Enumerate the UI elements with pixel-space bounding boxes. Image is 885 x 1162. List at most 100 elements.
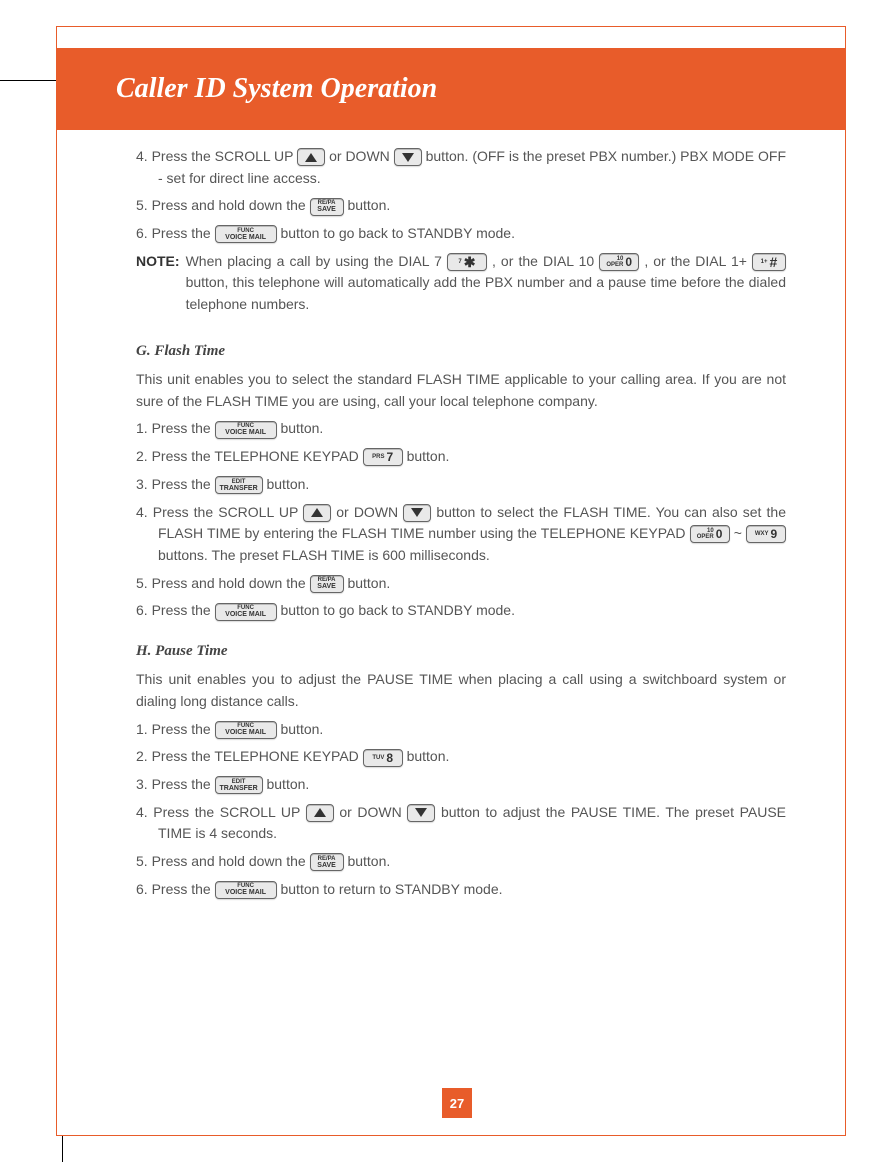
g-step-1: 1. Press the FUNC VOICE MAIL button.: [136, 418, 786, 440]
section-h-intro: This unit enables you to adjust the PAUS…: [136, 669, 786, 712]
func-voicemail-key: FUNC VOICE MAIL: [215, 881, 277, 899]
text: 3. Press the: [136, 776, 215, 792]
content: 4. Press the SCROLL UP or DOWN button. (…: [136, 146, 786, 906]
repa-save-key: RE/PA SAVE: [310, 198, 344, 216]
section-h-heading: H. Pause Time: [136, 640, 786, 663]
pbx-step-6: 6. Press the FUNC VOICE MAIL button to g…: [136, 223, 786, 245]
dial-1plus-hash-key: 1+#: [752, 253, 786, 271]
section-g-heading: G. Flash Time: [136, 340, 786, 363]
star-icon: ✱: [464, 255, 476, 269]
text: 2. Press the TELEPHONE KEYPAD: [136, 448, 363, 464]
text: or DOWN: [329, 148, 394, 164]
text: button.: [266, 776, 309, 792]
key-label-bot: SAVE: [317, 206, 336, 213]
key-label-bot: VOICE MAIL: [225, 611, 266, 618]
text: 6. Press the: [136, 225, 215, 241]
func-voicemail-key: FUNC VOICE MAIL: [215, 421, 277, 439]
text: button.: [266, 476, 309, 492]
text: button.: [280, 420, 323, 436]
dial-7-star-key: 7✱: [447, 253, 487, 271]
text: or DOWN: [339, 804, 407, 820]
note: NOTE: When placing a call by using the D…: [136, 251, 786, 322]
g-step-4: 4. Press the SCROLL UP or DOWN button to…: [136, 502, 786, 567]
scroll-down-icon: [403, 504, 431, 522]
text: button.: [347, 853, 390, 869]
func-voicemail-key: FUNC VOICE MAIL: [215, 721, 277, 739]
dial-10-oper-0-key: 10 OPER 0: [599, 253, 639, 271]
h-step-5: 5. Press and hold down the RE/PA SAVE bu…: [136, 851, 786, 873]
key-big: 0: [716, 528, 723, 540]
text: 4. Press the SCROLL UP: [136, 804, 306, 820]
text: 3. Press the: [136, 476, 215, 492]
note-body: When placing a call by using the DIAL 7 …: [186, 251, 786, 322]
repa-save-key: RE/PA SAVE: [310, 853, 344, 871]
pbx-step-5: 5. Press and hold down the RE/PA SAVE bu…: [136, 195, 786, 217]
section-g-intro: This unit enables you to select the stan…: [136, 369, 786, 412]
key-label-bot: VOICE MAIL: [225, 889, 266, 896]
text: or DOWN: [336, 504, 403, 520]
key-tiny: WXY: [755, 531, 769, 537]
func-voicemail-key: FUNC VOICE MAIL: [215, 225, 277, 243]
text: 6. Press the: [136, 881, 215, 897]
scroll-up-icon: [303, 504, 331, 522]
text: 5. Press and hold down the: [136, 197, 310, 213]
text: button.: [347, 197, 390, 213]
key-big: 7: [387, 451, 394, 463]
h-steps: 1. Press the FUNC VOICE MAIL button. 2. …: [136, 719, 786, 901]
scroll-down-icon: [394, 148, 422, 166]
text: , or the DIAL 10: [492, 253, 599, 269]
text: 6. Press the: [136, 602, 215, 618]
h-step-1: 1. Press the FUNC VOICE MAIL button.: [136, 719, 786, 741]
text: button, this telephone will automaticall…: [186, 274, 786, 312]
h-step-2: 2. Press the TELEPHONE KEYPAD TUV8 butto…: [136, 746, 786, 768]
key-tiny: OPER: [697, 534, 714, 540]
key-label-bot: SAVE: [317, 583, 336, 590]
hash-icon: #: [769, 255, 777, 269]
text: 5. Press and hold down the: [136, 575, 310, 591]
h-step-3: 3. Press the EDIT TRANSFER button.: [136, 774, 786, 796]
h-step-4: 4. Press the SCROLL UP or DOWN button to…: [136, 802, 786, 845]
pbx-step-4: 4. Press the SCROLL UP or DOWN button. (…: [136, 146, 786, 189]
scroll-up-icon: [306, 804, 334, 822]
text: button to go back to STANDBY mode.: [280, 225, 515, 241]
text: button.: [407, 448, 450, 464]
g-step-2: 2. Press the TELEPHONE KEYPAD PRS7 butto…: [136, 446, 786, 468]
g-steps: 1. Press the FUNC VOICE MAIL button. 2. …: [136, 418, 786, 622]
key-tiny: 7: [458, 259, 461, 265]
key-big: 8: [386, 752, 393, 764]
pbx-steps: 4. Press the SCROLL UP or DOWN button. (…: [136, 146, 786, 245]
keypad-7-key: PRS7: [363, 448, 403, 466]
key-tiny: OPER: [606, 262, 623, 268]
text: button to return to STANDBY mode.: [280, 881, 502, 897]
key-label-bot: VOICE MAIL: [225, 729, 266, 736]
crop-mark-vertical: [62, 1136, 63, 1162]
page: Caller ID System Operation 4. Press the …: [0, 0, 885, 1162]
key-label-bot: SAVE: [317, 862, 336, 869]
key-tiny: 1+: [761, 259, 768, 265]
text: button.: [280, 721, 323, 737]
g-step-3: 3. Press the EDIT TRANSFER button.: [136, 474, 786, 496]
text: buttons. The preset FLASH TIME is 600 mi…: [158, 547, 490, 563]
text: 1. Press the: [136, 420, 215, 436]
key-tiny: TUV: [372, 755, 384, 761]
keypad-8-key: TUV8: [363, 749, 403, 767]
scroll-up-icon: [297, 148, 325, 166]
text: ~: [734, 525, 746, 541]
repa-save-key: RE/PA SAVE: [310, 575, 344, 593]
text: button.: [407, 748, 450, 764]
edit-transfer-key: EDIT TRANSFER: [215, 476, 263, 494]
key-big: 9: [770, 528, 777, 540]
key-tiny: PRS: [372, 454, 384, 460]
key-label-bot: TRANSFER: [220, 485, 258, 492]
h-step-6: 6. Press the FUNC VOICE MAIL button to r…: [136, 879, 786, 901]
key-label-bot: VOICE MAIL: [225, 429, 266, 436]
text: , or the DIAL 1+: [644, 253, 752, 269]
page-number: 27: [442, 1088, 472, 1118]
crop-mark-horizontal: [0, 80, 56, 81]
text: 1. Press the: [136, 721, 215, 737]
note-line-1: When placing a call by using the DIAL 7 …: [186, 251, 786, 316]
key-big: 0: [625, 256, 632, 268]
text: button to go back to STANDBY mode.: [280, 602, 515, 618]
scroll-down-icon: [407, 804, 435, 822]
keypad-9-key: WXY9: [746, 525, 786, 543]
